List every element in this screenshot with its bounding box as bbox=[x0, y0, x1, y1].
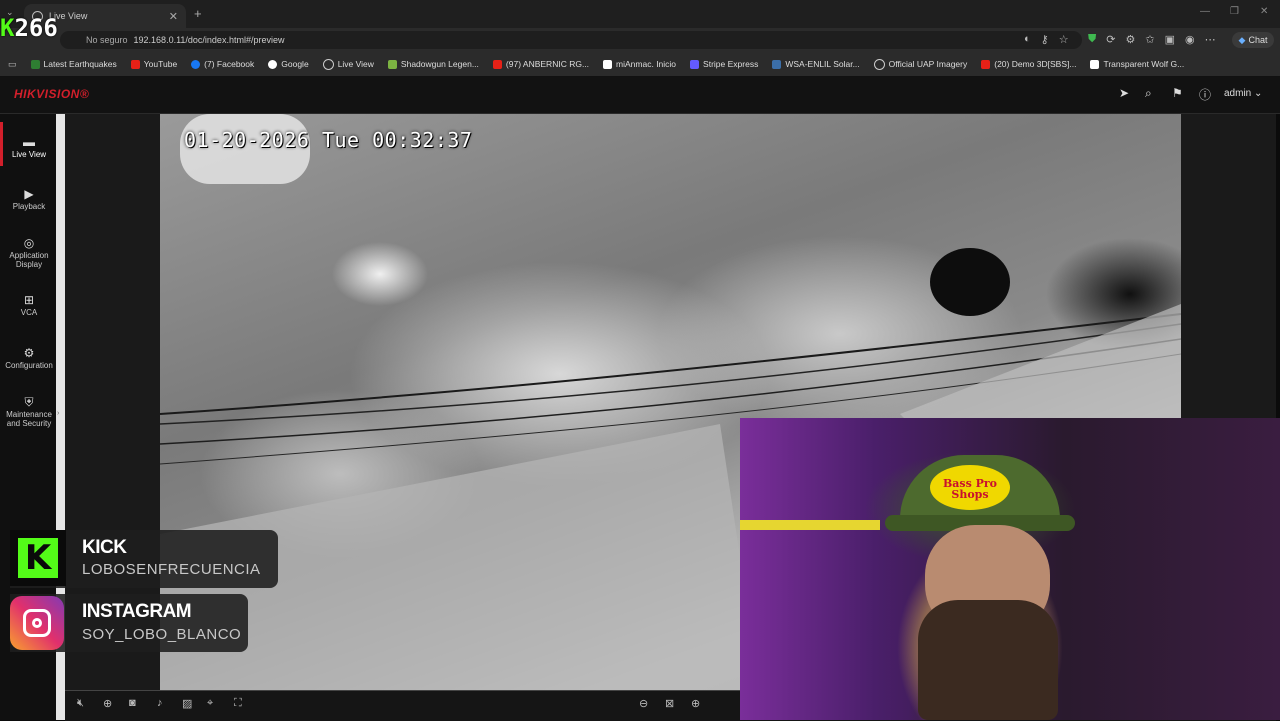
shield-icon: ⛨ bbox=[24, 395, 34, 409]
kick-handle: LOBOSENFRECUENCIA bbox=[82, 561, 261, 578]
app-icon: ◎ bbox=[23, 236, 35, 250]
bookmark-item[interactable]: (97) ANBERNIC RG... bbox=[492, 59, 589, 69]
new-tab-button[interactable]: + bbox=[194, 6, 202, 21]
shield-ext-icon[interactable]: ⛊ bbox=[1088, 33, 1096, 46]
collections-icon[interactable]: ▣ bbox=[1165, 33, 1175, 46]
address-bar[interactable]: No seguro 192.168.0.11/doc/index.html#/p… bbox=[60, 31, 1082, 49]
translate-icon[interactable]: ◐ bbox=[1024, 33, 1031, 46]
refresh-ext-icon[interactable]: ⟳ bbox=[1106, 33, 1115, 46]
gear-icon: ⚙ bbox=[23, 346, 35, 360]
stripe-icon bbox=[690, 59, 700, 69]
r-icon bbox=[603, 59, 613, 69]
info-icon[interactable]: ⓘ bbox=[1199, 86, 1211, 103]
app-header bbox=[0, 77, 1280, 114]
sidebar-item-live-view[interactable]: ▬ Live View bbox=[0, 135, 58, 159]
address-actions: ◐ ⚷ ☆ bbox=[1024, 33, 1069, 46]
mic-icon[interactable]: ♪ bbox=[157, 697, 163, 709]
instagram-handle: SOY_LOBO_BLANCO bbox=[82, 626, 242, 643]
google-icon bbox=[268, 59, 278, 69]
bookmark-item[interactable]: Live View bbox=[322, 58, 374, 70]
favorites-icon[interactable]: ✩ bbox=[1145, 33, 1154, 46]
osd-timestamp: 01-20-2026 Tue 00:32:37 bbox=[184, 128, 473, 152]
counter-value: 266 bbox=[14, 14, 58, 42]
sidebar-item-configuration[interactable]: ⚙ Configuration bbox=[0, 346, 58, 370]
noaa-icon bbox=[772, 59, 782, 69]
play-icon: ▶ bbox=[24, 187, 34, 201]
grid-icon: ⊞ bbox=[23, 293, 35, 307]
chevron-down-icon: ⌄ bbox=[1254, 88, 1263, 99]
youtube-icon bbox=[130, 59, 140, 69]
profile-avatar-icon[interactable]: ◉ bbox=[1185, 33, 1195, 46]
close-window-icon[interactable]: ✕ bbox=[1260, 6, 1268, 17]
extensions-area: ⛊ ⟳ ⚙ ✩ ▣ ◉ ⋯ bbox=[1088, 33, 1216, 46]
chat-label: Chat bbox=[1248, 35, 1268, 45]
mute-icon[interactable]: 🔇︎ bbox=[77, 697, 84, 710]
stop-icon[interactable]: ⊠ bbox=[665, 697, 674, 710]
zoom-icon[interactable]: ⊕ bbox=[103, 697, 112, 710]
security-status[interactable]: No seguro bbox=[86, 35, 128, 45]
user-menu[interactable]: admin ⌄ bbox=[1224, 88, 1262, 99]
sidebar-item-maintenance[interactable]: ⛨ Maintenance and Security bbox=[0, 395, 58, 428]
facebook-icon bbox=[191, 59, 201, 69]
user-name: admin bbox=[1224, 88, 1252, 99]
key-icon[interactable]: ⚷ bbox=[1041, 33, 1049, 46]
focus-icon[interactable]: ⌖ bbox=[207, 697, 213, 710]
bookmark-item[interactable]: miAnmac. Inicio bbox=[603, 59, 676, 69]
sidebar-item-vca[interactable]: ⊞ VCA bbox=[0, 293, 58, 317]
game-icon bbox=[387, 59, 397, 69]
kick-title: KICK bbox=[82, 537, 127, 558]
prev-icon[interactable]: ⊖ bbox=[639, 697, 648, 710]
stream-counter: K266 bbox=[0, 14, 58, 42]
bookmark-icon[interactable]: ⚑ bbox=[1172, 86, 1183, 100]
hikvision-logo: HIKVISION® bbox=[14, 87, 90, 101]
bookmark-item[interactable]: Transparent Wolf G... bbox=[1090, 59, 1184, 69]
send-icon[interactable]: ➤ bbox=[1119, 86, 1129, 100]
sidebar-toggle-icon[interactable]: ▭ bbox=[8, 59, 17, 70]
instagram-title: INSTAGRAM bbox=[82, 601, 192, 622]
monitor-icon: ▬ bbox=[23, 135, 35, 149]
bookmark-item[interactable]: Official UAP Imagery bbox=[873, 58, 967, 70]
more-menu-icon[interactable]: ⋯ bbox=[1205, 33, 1216, 46]
webcam-shelf bbox=[740, 520, 880, 530]
youtube-icon bbox=[492, 59, 502, 69]
instagram-logo-icon bbox=[10, 596, 64, 650]
collapse-sidebar-icon[interactable]: › bbox=[57, 410, 59, 417]
bookmark-favicon-icon bbox=[30, 59, 40, 69]
bookmarks-bar: ▭ Latest Earthquakes YouTube (7) Faceboo… bbox=[0, 52, 1280, 77]
camera-icon[interactable]: ◙ bbox=[129, 697, 136, 709]
image-icon[interactable]: ▨ bbox=[182, 697, 192, 710]
bookmark-item[interactable]: Stripe Express bbox=[690, 59, 758, 69]
globe-icon bbox=[322, 58, 334, 70]
browser-tab-bar bbox=[0, 0, 1280, 28]
minimize-icon[interactable]: — bbox=[1200, 6, 1210, 17]
bookmark-item[interactable]: YouTube bbox=[130, 59, 177, 69]
star-icon[interactable]: ☆ bbox=[1059, 33, 1069, 46]
chat-button[interactable]: ◆ Chat bbox=[1232, 32, 1274, 48]
search-icon[interactable]: ⌕ bbox=[1145, 86, 1152, 101]
extensions-icon[interactable]: ⚙ bbox=[1125, 33, 1135, 46]
bookmark-item[interactable]: (20) Demo 3D[SBS]... bbox=[981, 59, 1076, 69]
globe-icon bbox=[873, 58, 885, 70]
bookmark-item[interactable]: Google bbox=[268, 59, 309, 69]
document-icon bbox=[1090, 59, 1100, 69]
sidebar-item-playback[interactable]: ▶ Playback bbox=[0, 187, 58, 211]
webcam-beard bbox=[918, 600, 1058, 720]
capture-icon[interactable]: ⛶ bbox=[234, 697, 242, 710]
sidebar-item-application-display[interactable]: ◎ Application Display bbox=[0, 236, 58, 269]
cap-logo-text: Bass Pro Shops bbox=[942, 477, 998, 501]
youtube-icon bbox=[981, 59, 991, 69]
counter-prefix: K bbox=[0, 14, 15, 42]
copilot-icon: ◆ bbox=[1238, 34, 1246, 45]
kick-logo-icon: K bbox=[10, 530, 66, 586]
bookmark-item[interactable]: Shadowgun Legen... bbox=[387, 59, 479, 69]
bookmark-item[interactable]: WSA-ENLIL Solar... bbox=[772, 59, 860, 69]
tab-close-icon[interactable]: ✕ bbox=[169, 10, 178, 23]
url-text: 192.168.0.11/doc/index.html#/preview bbox=[133, 35, 285, 45]
next-icon[interactable]: ⊕ bbox=[691, 697, 700, 710]
bookmark-item[interactable]: (7) Facebook bbox=[191, 59, 254, 69]
bookmark-item[interactable]: Latest Earthquakes bbox=[30, 59, 117, 69]
restore-icon[interactable]: ❐ bbox=[1230, 6, 1239, 17]
